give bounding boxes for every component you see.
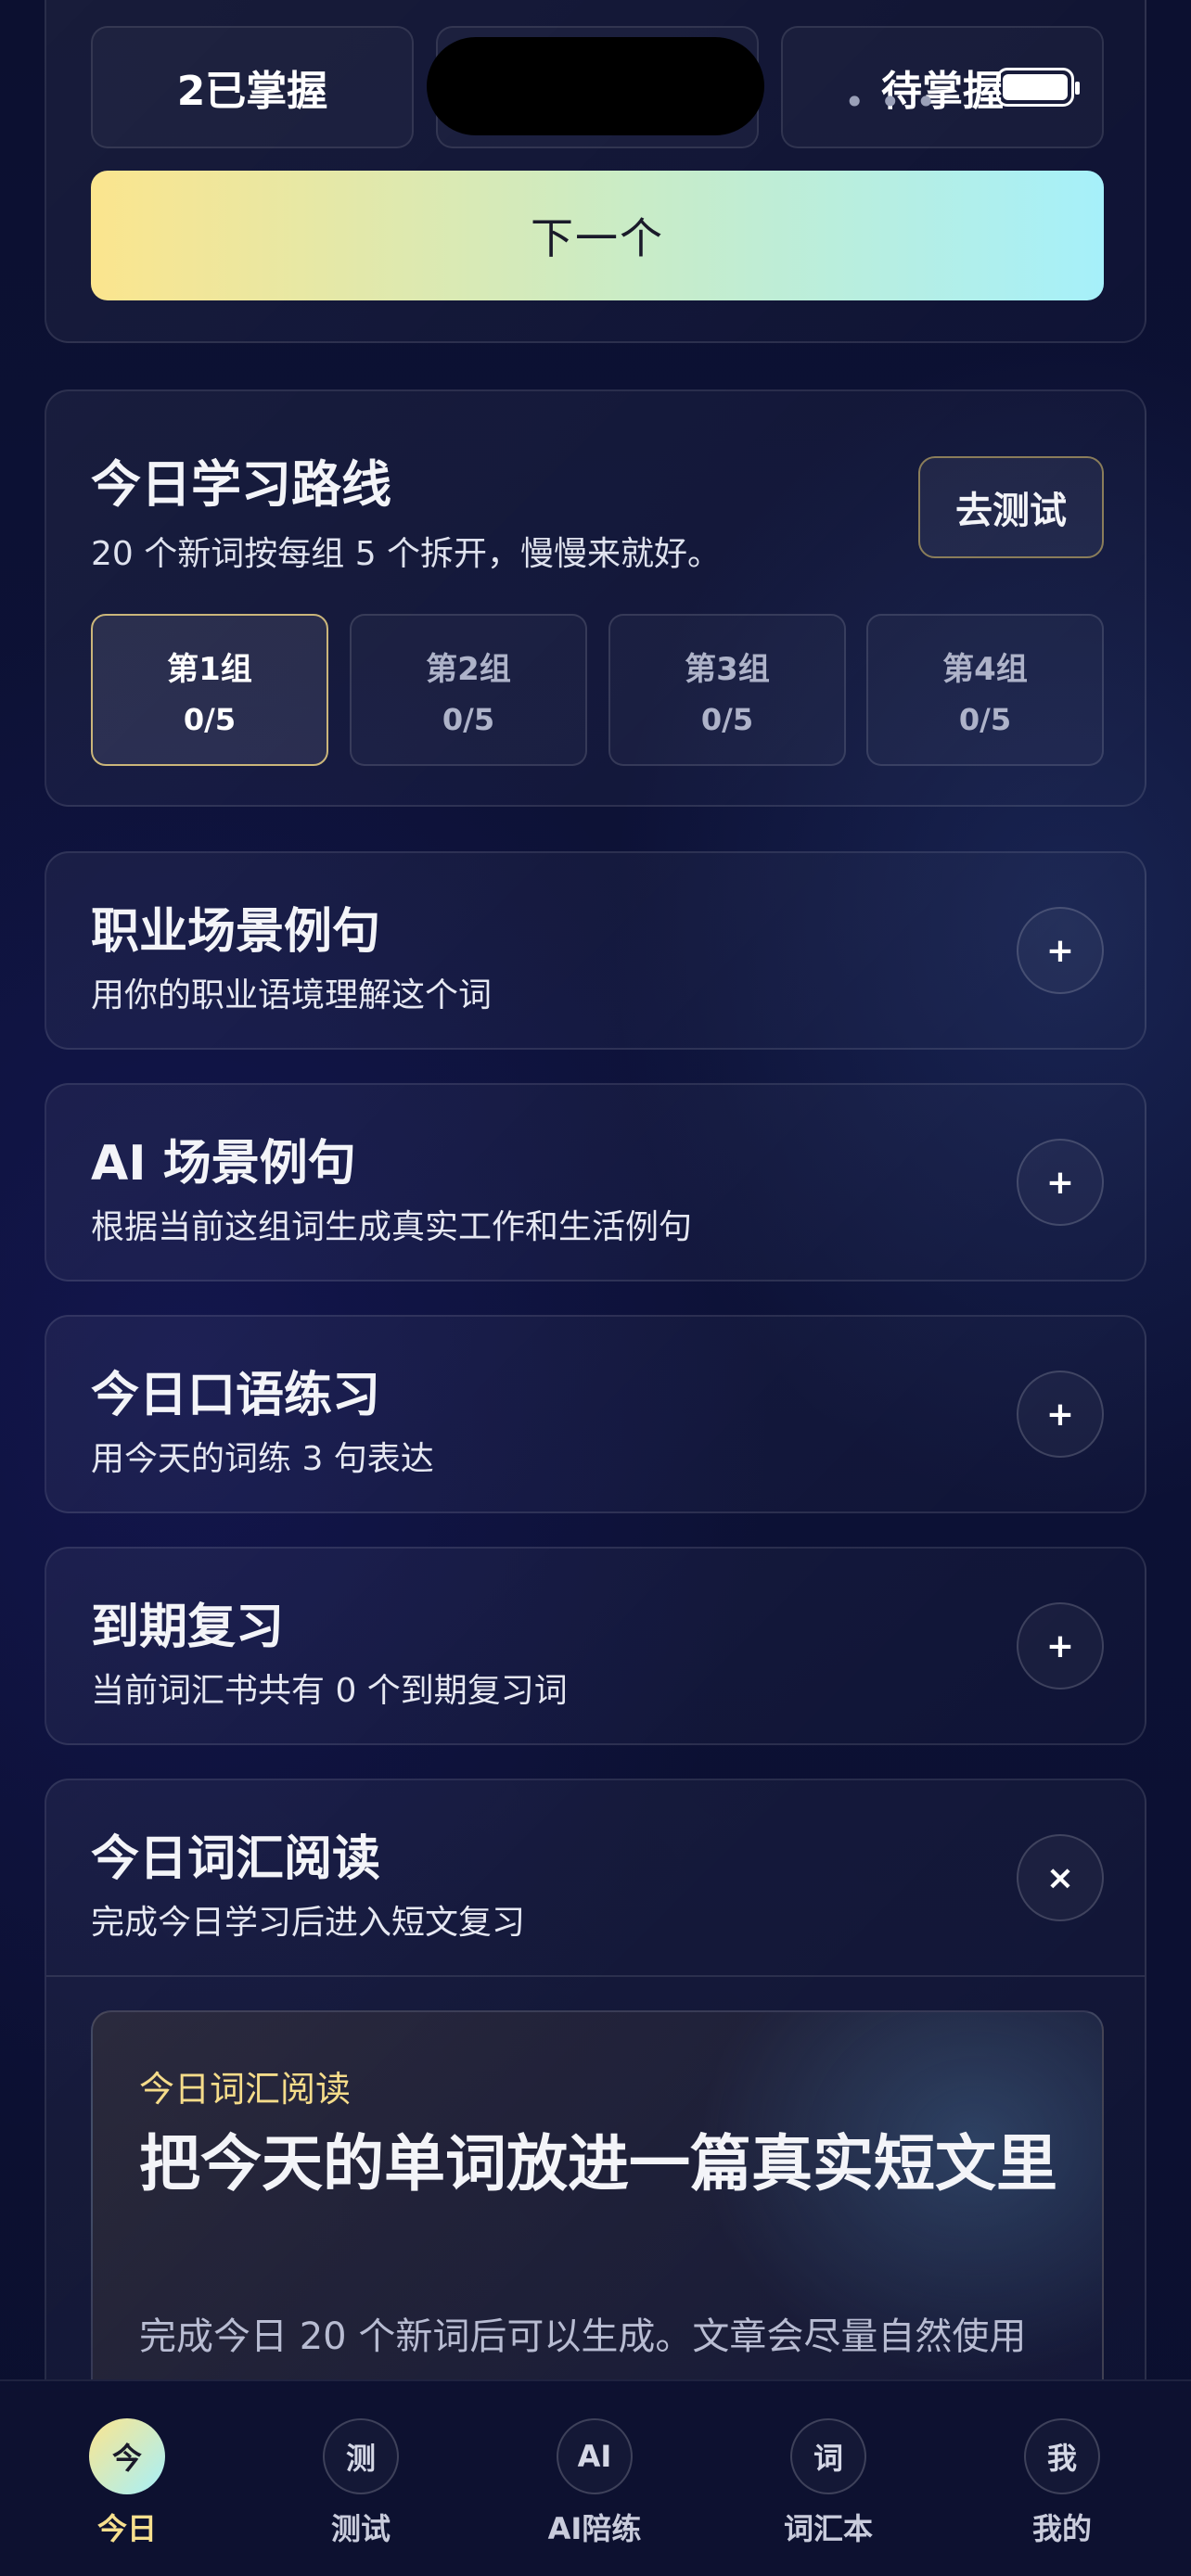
group-name: 第1组 xyxy=(167,650,252,688)
go-test-button[interactable]: 去测试 xyxy=(918,456,1104,558)
next-word-button[interactable]: 下一个 xyxy=(91,171,1104,300)
section-title: 到期复习 xyxy=(91,1600,285,1655)
battery-icon xyxy=(996,68,1080,107)
group-progress: 0/5 xyxy=(183,701,237,737)
section-title: AI 场景例句 xyxy=(91,1136,356,1192)
group-name: 第4组 xyxy=(942,650,1028,688)
due-review-section[interactable]: 到期复习 当前词汇书共有 0 个到期复习词 + xyxy=(45,1547,1146,1745)
section-subtitle: 当前词汇书共有 0 个到期复习词 xyxy=(91,1672,568,1710)
mastered-count: 2已掌握 xyxy=(91,26,414,148)
group-4-button[interactable]: 第4组 0/5 xyxy=(866,614,1104,766)
speaking-practice-section[interactable]: 今日口语练习 用今天的词练 3 句表达 + xyxy=(45,1315,1146,1513)
tab-ai-practice[interactable]: AI AI陪练 xyxy=(502,2418,687,2557)
today-icon: 今 xyxy=(89,2418,165,2494)
expand-icon[interactable]: + xyxy=(1017,1602,1104,1690)
ai-examples-section[interactable]: AI 场景例句 根据当前这组词生成真实工作和生活例句 + xyxy=(45,1083,1146,1282)
expand-icon[interactable]: + xyxy=(1017,907,1104,994)
section-title: 今日词汇阅读 xyxy=(91,1831,381,1887)
tab-test[interactable]: 测 测试 xyxy=(268,2418,454,2557)
bottom-tab-bar: 今 今日 测 测试 AI AI陪练 词 词汇本 我 我的 xyxy=(0,2379,1191,2576)
divider xyxy=(46,1975,1145,1977)
reading-body: 完成今日 20 个新词后可以生成。文章会尽量自然使用 xyxy=(139,2315,1027,2358)
reading-headline: 把今天的单词放进一篇真实短文里 xyxy=(139,2128,1057,2200)
group-progress: 0/5 xyxy=(700,701,754,737)
app-screen: 2已掌握 待掌握 下一个 • • • 今日学习路线 20 个新词按每组 5 个拆… xyxy=(0,0,1191,2576)
route-subtitle: 20 个新词按每组 5 个拆开，慢慢来就好。 xyxy=(91,535,722,573)
career-examples-section[interactable]: 职业场景例句 用你的职业语境理解这个词 + xyxy=(45,851,1146,1050)
section-subtitle: 用你的职业语境理解这个词 xyxy=(91,976,493,1014)
section-subtitle: 根据当前这组词生成真实工作和生活例句 xyxy=(91,1208,693,1246)
profile-icon: 我 xyxy=(1024,2418,1100,2494)
tab-profile[interactable]: 我 我的 xyxy=(969,2418,1155,2557)
expand-icon[interactable]: + xyxy=(1017,1371,1104,1458)
reading-eyebrow: 今日词汇阅读 xyxy=(139,2069,352,2110)
tab-today[interactable]: 今 今日 xyxy=(34,2418,220,2557)
tab-label: 测试 xyxy=(330,2511,391,2546)
tab-vocab-book[interactable]: 词 词汇本 xyxy=(736,2418,921,2557)
group-progress: 0/5 xyxy=(442,701,495,737)
ai-icon: AI xyxy=(557,2418,633,2494)
vocab-icon: 词 xyxy=(790,2418,866,2494)
expand-icon[interactable]: + xyxy=(1017,1139,1104,1226)
tab-label: AI陪练 xyxy=(547,2511,642,2546)
section-title: 职业场景例句 xyxy=(91,904,381,960)
group-list: 第1组 0/5 第2组 0/5 第3组 0/5 第4组 0/5 xyxy=(91,614,1104,766)
test-icon: 测 xyxy=(323,2418,399,2494)
camera-notch xyxy=(427,37,764,135)
section-title: 今日口语练习 xyxy=(91,1368,381,1423)
study-route-card: 今日学习路线 20 个新词按每组 5 个拆开，慢慢来就好。 去测试 第1组 0/… xyxy=(45,389,1146,807)
group-progress: 0/5 xyxy=(958,701,1012,737)
group-2-button[interactable]: 第2组 0/5 xyxy=(350,614,587,766)
close-icon[interactable]: × xyxy=(1017,1834,1104,1921)
group-3-button[interactable]: 第3组 0/5 xyxy=(608,614,846,766)
tab-label: 词汇本 xyxy=(783,2511,873,2546)
route-title: 今日学习路线 xyxy=(91,455,391,514)
tab-label: 我的 xyxy=(1031,2511,1092,2546)
section-subtitle: 用今天的词练 3 句表达 xyxy=(91,1440,434,1478)
signal-dots-icon: • • • xyxy=(844,82,939,122)
group-name: 第2组 xyxy=(426,650,511,688)
section-subtitle: 完成今日学习后进入短文复习 xyxy=(91,1904,526,1942)
group-1-button[interactable]: 第1组 0/5 xyxy=(91,614,328,766)
group-name: 第3组 xyxy=(685,650,770,688)
tab-label: 今日 xyxy=(96,2511,157,2546)
